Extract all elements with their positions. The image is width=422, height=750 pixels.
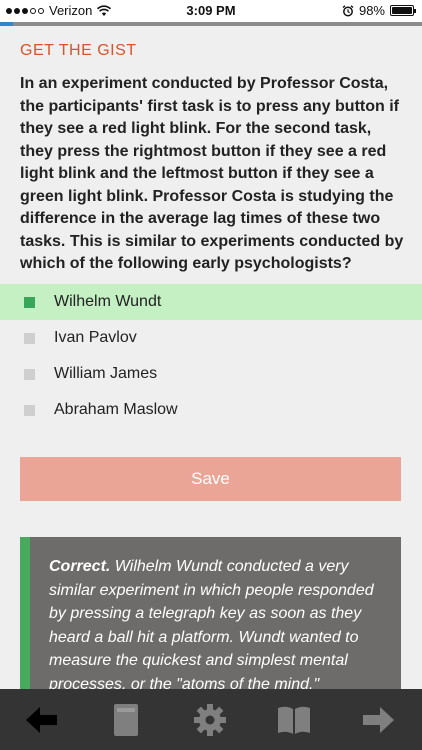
status-bar: Verizon 3:09 PM 98% <box>0 0 422 22</box>
nav-contents-button[interactable] <box>264 689 324 750</box>
answer-option-label: William James <box>54 365 158 382</box>
answer-options: Wilhelm Wundt Ivan Pavlov William James … <box>0 284 422 428</box>
answer-option-label: Wilhelm Wundt <box>54 293 162 310</box>
book-icon <box>114 703 138 736</box>
answer-option-label: Abraham Maslow <box>54 401 178 418</box>
answer-option[interactable]: Abraham Maslow <box>0 392 422 428</box>
battery-percent: 98% <box>358 3 385 18</box>
bottom-nav <box>0 689 422 750</box>
feedback-verdict: Correct. <box>49 558 111 575</box>
answer-option[interactable]: Wilhelm Wundt <box>0 284 422 320</box>
open-book-icon <box>278 706 310 734</box>
answer-option[interactable]: William James <box>0 356 422 392</box>
battery-icon <box>390 5 416 16</box>
arrow-right-icon <box>363 706 394 733</box>
alarm-icon <box>342 4 354 16</box>
checkbox[interactable] <box>24 332 35 344</box>
feedback-status-bar <box>20 537 30 697</box>
status-right: 98% <box>342 3 416 18</box>
feedback-explanation: Wilhelm Wundt conducted a very similar e… <box>49 558 374 693</box>
question-text: In an experiment conducted by Professor … <box>20 75 404 272</box>
nav-next-button[interactable] <box>348 689 408 750</box>
save-button[interactable]: Save <box>20 457 401 501</box>
checkbox[interactable] <box>24 404 35 416</box>
feedback-text: Correct. Wilhelm Wundt conducted a very … <box>49 555 384 696</box>
checkbox[interactable] <box>24 368 35 380</box>
arrow-left-icon <box>26 706 57 733</box>
gear-icon <box>194 703 226 736</box>
nav-back-button[interactable] <box>12 689 72 750</box>
nav-book-button[interactable] <box>96 689 156 750</box>
checkbox[interactable] <box>24 296 35 308</box>
nav-settings-button[interactable] <box>180 689 240 750</box>
feedback-panel: Correct. Wilhelm Wundt conducted a very … <box>20 537 401 697</box>
section-label: GET THE GIST <box>20 42 137 59</box>
progress-fill <box>0 22 13 26</box>
answer-option[interactable]: Ivan Pavlov <box>0 320 422 356</box>
answer-option-label: Ivan Pavlov <box>54 329 137 346</box>
progress-bar <box>0 22 422 26</box>
